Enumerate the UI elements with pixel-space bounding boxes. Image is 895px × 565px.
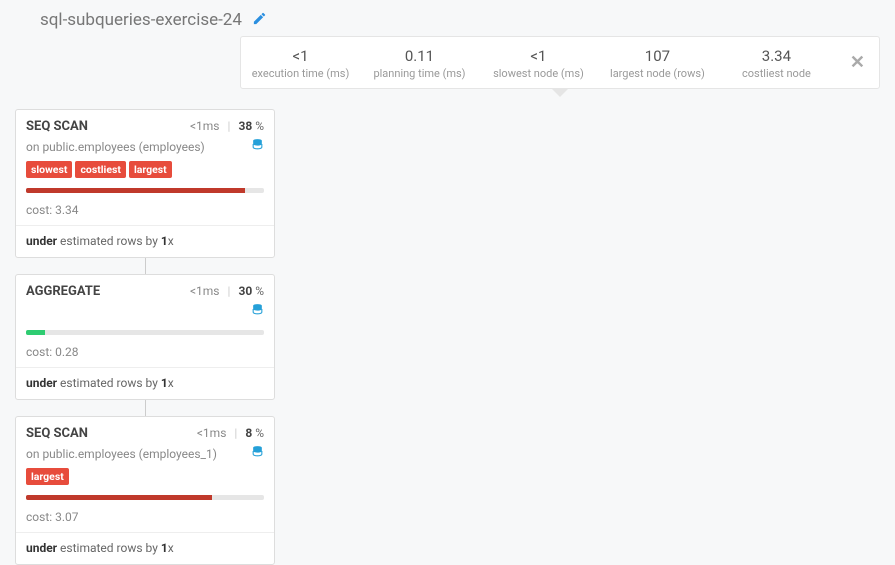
cost-label: cost: [26, 510, 52, 524]
cost-value: 0.28 [55, 345, 78, 359]
node-header: SEQ SCAN <1ms | 38 % [16, 110, 274, 134]
plan-node-seq-scan-2[interactable]: SEQ SCAN <1ms | 8 % on public.employees … [15, 416, 275, 565]
node-title: SEQ SCAN [26, 426, 191, 441]
node-subtitle-row [16, 299, 274, 326]
title-row: sql-subqueries-exercise-24 [40, 10, 875, 30]
node-tags: largest [16, 468, 274, 491]
estimate-row: under estimated rows by 1x [16, 226, 274, 257]
cost-row: cost: 3.34 [16, 199, 274, 226]
cost-value: 3.07 [55, 510, 78, 524]
stat-label: slowest node (ms) [485, 67, 592, 80]
tag-largest: largest [129, 161, 172, 178]
cost-bar-track [26, 495, 264, 500]
connector-line [145, 400, 146, 416]
stat-costliest-node: 3.34 costliest node [717, 37, 836, 88]
node-title: SEQ SCAN [26, 119, 184, 134]
node-percent: 38 % [238, 119, 264, 133]
node-time: <1ms [197, 426, 227, 440]
node-tags: slowest costliest largest [16, 161, 274, 184]
node-header: AGGREGATE <1ms | 30 % [16, 275, 274, 299]
stat-value: <1 [485, 47, 592, 65]
tag-costliest: costliest [75, 161, 126, 178]
estimate-row: under estimated rows by 1x [16, 533, 274, 564]
node-percent: 8 % [245, 426, 264, 440]
stat-value: 107 [604, 47, 711, 65]
node-header: SEQ SCAN <1ms | 8 % [16, 417, 274, 441]
connector-line [145, 258, 146, 274]
separator: | [232, 426, 239, 440]
cost-value: 3.34 [55, 203, 78, 217]
stat-value: <1 [247, 47, 354, 65]
stat-value: 3.34 [723, 47, 830, 65]
node-subtitle: on public.employees (employees) [26, 140, 205, 154]
stats-pointer-icon [551, 88, 569, 97]
database-icon[interactable] [251, 445, 264, 462]
cost-label: cost: [26, 203, 52, 217]
cost-label: cost: [26, 345, 52, 359]
node-time: <1ms [190, 284, 220, 298]
estimate-row: under estimated rows by 1x [16, 368, 274, 399]
cost-bar-track [26, 330, 264, 335]
stat-planning-time: 0.11 planning time (ms) [360, 37, 479, 88]
database-icon[interactable] [251, 138, 264, 155]
stat-value: 0.11 [366, 47, 473, 65]
cost-bar-fill [26, 495, 212, 500]
node-time: <1ms [190, 119, 220, 133]
tag-slowest: slowest [26, 161, 72, 178]
node-subtitle-row: on public.employees (employees) [16, 134, 274, 161]
cost-bar-fill [26, 330, 45, 335]
header: sql-subqueries-exercise-24 <1 execution … [0, 0, 895, 97]
node-percent: 30 % [238, 284, 264, 298]
separator: | [226, 284, 233, 298]
stat-execution-time: <1 execution time (ms) [241, 37, 360, 88]
edit-icon[interactable] [252, 11, 267, 30]
separator: | [226, 119, 233, 133]
stats-bar: <1 execution time (ms) 0.11 planning tim… [240, 36, 880, 89]
page-title: sql-subqueries-exercise-24 [40, 10, 242, 30]
cost-bar-fill [26, 188, 245, 193]
stat-label: execution time (ms) [247, 67, 354, 80]
database-icon[interactable] [251, 303, 264, 320]
node-subtitle-row: on public.employees (employees_1) [16, 441, 274, 468]
close-icon[interactable]: ✕ [836, 52, 879, 73]
plan-tree: SEQ SCAN <1ms | 38 % on public.employees… [0, 97, 895, 565]
cost-row: cost: 0.28 [16, 341, 274, 368]
node-title: AGGREGATE [26, 284, 184, 299]
plan-node-seq-scan[interactable]: SEQ SCAN <1ms | 38 % on public.employees… [15, 109, 275, 258]
tag-largest: largest [26, 468, 69, 485]
node-subtitle: on public.employees (employees_1) [26, 447, 217, 461]
stat-label: costliest node [723, 67, 830, 80]
stat-label: largest node (rows) [604, 67, 711, 80]
cost-row: cost: 3.07 [16, 506, 274, 533]
stat-largest-node: 107 largest node (rows) [598, 37, 717, 88]
stat-slowest-node: <1 slowest node (ms) [479, 37, 598, 88]
stat-label: planning time (ms) [366, 67, 473, 80]
cost-bar-track [26, 188, 264, 193]
plan-node-aggregate[interactable]: AGGREGATE <1ms | 30 % cost: 0.28 under e… [15, 274, 275, 400]
